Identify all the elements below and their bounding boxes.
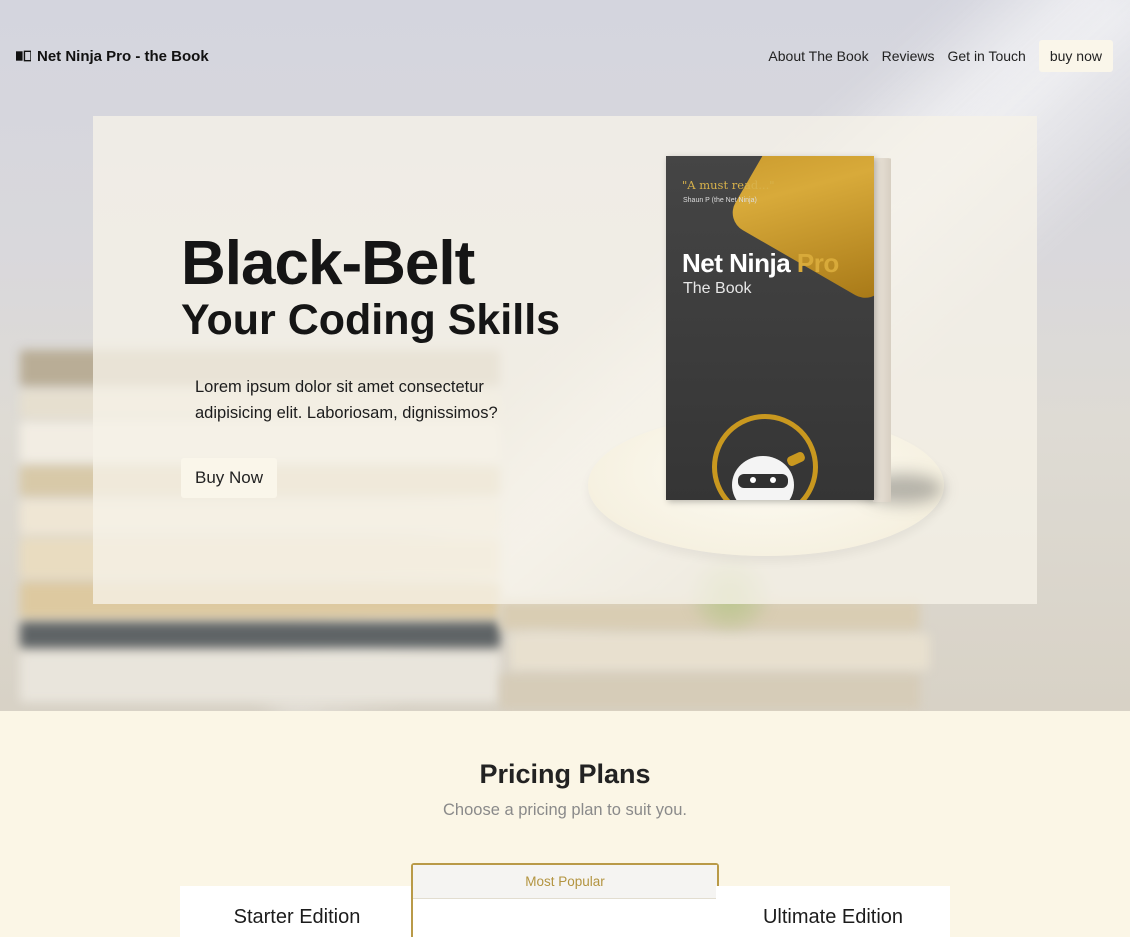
most-popular-badge: Most Popular <box>413 865 717 899</box>
pricing-title: Pricing Plans <box>479 759 651 789</box>
book-title-accent: Pro <box>796 248 839 278</box>
book-pages <box>873 157 891 503</box>
hero-subtitle: Your Coding Skills <box>181 296 561 344</box>
book-title-main: Net Ninja <box>682 248 791 278</box>
book-quote-author: Shaun P (the Net Ninja) <box>683 197 757 204</box>
nav-link-contact[interactable]: Get in Touch <box>947 48 1025 64</box>
brand-link[interactable]: Net Ninja Pro - the Book <box>16 48 209 65</box>
buy-now-nav-button[interactable]: buy now <box>1038 40 1113 72</box>
plan-name: Ultimate Edition <box>762 906 904 928</box>
plan-name: Starter Edition <box>233 906 361 928</box>
book-cover-image: "A must read..." Shaun P (the Net Ninja)… <box>666 156 874 500</box>
open-book-icon <box>16 50 31 62</box>
brand-name: Net Ninja Pro - the Book <box>37 47 209 65</box>
ninja-eye <box>770 477 776 483</box>
hero-card: Black-Belt Your Coding Skills Lorem ipsu… <box>93 116 1037 604</box>
navbar: Net Ninja Pro - the Book About The Book … <box>0 38 1130 74</box>
book-subtitle: The Book <box>683 280 752 297</box>
nav-link-reviews[interactable]: Reviews <box>882 48 935 64</box>
hero-description: Lorem ipsum dolor sit amet consectetur a… <box>195 378 498 422</box>
ninja-eye <box>750 477 756 483</box>
plan-card-ultimate: Ultimate Edition <box>716 886 950 937</box>
book-quote: "A must read..." <box>682 178 775 192</box>
nav-links: About The Book Reviews Get in Touch buy … <box>768 40 1114 72</box>
book-title: Net Ninja Pro <box>682 248 839 279</box>
pricing-subtitle: Choose a pricing plan to suit you. <box>443 801 687 819</box>
plan-card-featured: Most Popular <box>411 863 719 937</box>
buy-now-button[interactable]: Buy Now <box>181 458 278 498</box>
pricing-section: Pricing Plans Choose a pricing plan to s… <box>0 711 1130 937</box>
ninja-mask <box>738 474 788 488</box>
nav-link-about[interactable]: About The Book <box>768 48 868 64</box>
hero-title: Black-Belt <box>181 229 475 298</box>
plan-card-starter: Starter Edition <box>180 886 414 937</box>
